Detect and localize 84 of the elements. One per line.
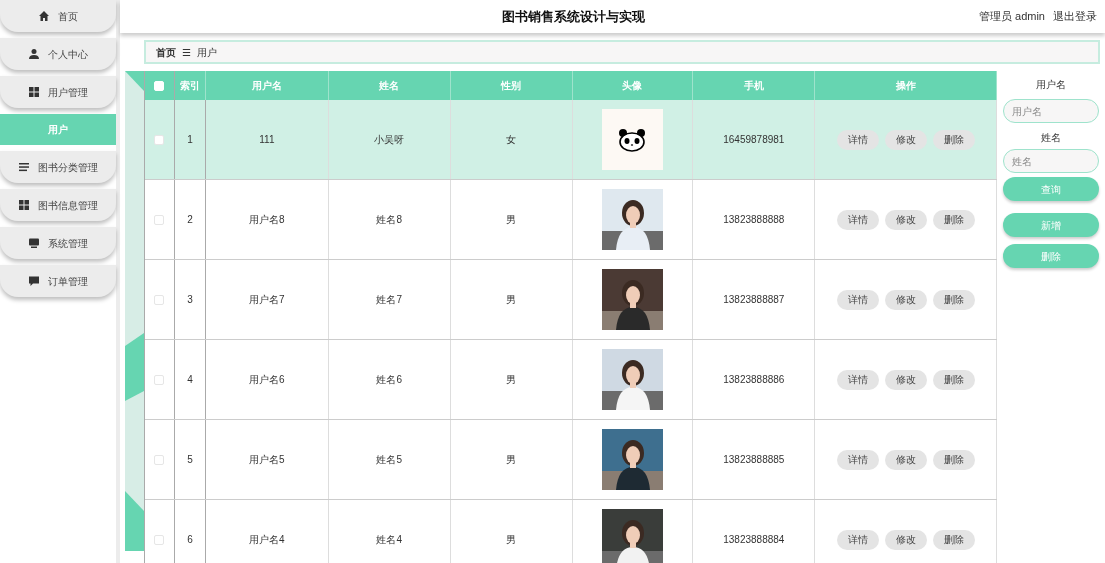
table-cell-text: 16459878981 xyxy=(723,133,785,147)
checkbox[interactable] xyxy=(154,134,165,145)
table-cell-text: 姓名5 xyxy=(376,453,402,467)
table-cell-text: 13823888886 xyxy=(723,373,785,387)
checkbox[interactable] xyxy=(154,454,165,465)
row-action-button[interactable]: 删除 xyxy=(932,289,975,310)
field-label: 姓名 xyxy=(1041,131,1061,145)
checkbox[interactable] xyxy=(154,294,165,305)
table-row[interactable]: 4 用户名6 姓名6 男 13823888886 详情 修改 删除 xyxy=(145,340,997,420)
search-field[interactable]: 用户名 xyxy=(1003,99,1099,123)
search-field[interactable]: 姓名 xyxy=(1003,149,1099,173)
row-action-button[interactable]: 删除 xyxy=(932,129,975,150)
table-row[interactable]: 5 用户名5 姓名5 男 13823888885 详情 修改 删除 xyxy=(145,420,997,500)
table-row[interactable]: 1 111 小吴呀 女 16459878981 详情 修改 删除 xyxy=(145,100,997,180)
row-action-button[interactable]: 详情 xyxy=(836,369,879,390)
breadcrumb-current: 用户 xyxy=(197,45,217,60)
sidebar-item[interactable]: 用户管理 xyxy=(0,76,116,108)
table-cell-text: 男 xyxy=(506,373,517,387)
table-cell-text: 1 xyxy=(187,133,193,147)
table-cell-text: 男 xyxy=(506,293,517,307)
sidebar-item[interactable]: 系统管理 xyxy=(0,227,116,259)
table-cell-text: 姓名8 xyxy=(376,213,402,227)
row-action-button[interactable]: 删除 xyxy=(932,209,975,230)
table-cell-text: 111 xyxy=(259,133,275,147)
grid-icon xyxy=(18,199,30,211)
table-cell-text: 用户名8 xyxy=(249,213,285,227)
table-cell-text: 5 xyxy=(187,453,193,467)
row-action-button[interactable]: 修改 xyxy=(884,369,927,390)
table-row[interactable]: 3 用户名7 姓名7 男 13823888887 详情 修改 删除 xyxy=(145,260,997,340)
table-cell-text: 3 xyxy=(187,293,193,307)
sidebar-item[interactable]: 订单管理 xyxy=(0,265,116,297)
breadcrumb-home[interactable]: 首页 xyxy=(156,44,176,60)
table-cell-text: 13823888888 xyxy=(723,213,785,227)
table-cell-text: 姓名7 xyxy=(376,293,402,307)
table-cell-text: 男 xyxy=(506,533,517,547)
panda-icon xyxy=(618,127,647,152)
table-cell-text: 用户名4 xyxy=(249,533,285,547)
row-action-button[interactable]: 删除 xyxy=(932,449,975,470)
row-action-button[interactable]: 删除 xyxy=(932,529,975,550)
table-cell-text: 13823888887 xyxy=(723,293,785,307)
row-action-button[interactable]: 修改 xyxy=(884,449,927,470)
table-cell-text: 用户名6 xyxy=(249,373,285,387)
row-action-button[interactable]: 详情 xyxy=(836,129,879,150)
table-cell-text: 用户名5 xyxy=(249,453,285,467)
field-label: 用户名 xyxy=(1036,78,1066,92)
sidebar-item[interactable]: 图书分类管理 xyxy=(0,151,116,183)
table-cell-text: 男 xyxy=(506,213,517,227)
row-action-button[interactable]: 删除 xyxy=(932,369,975,390)
list-icon xyxy=(18,161,30,173)
table-cell-text: 小吴呀 xyxy=(374,133,405,147)
table-cell-text: 4 xyxy=(187,373,193,387)
sidebar-item[interactable]: 图书信息管理 xyxy=(0,189,116,221)
monitor-icon xyxy=(28,237,40,249)
row-action-button[interactable]: 详情 xyxy=(836,529,879,550)
table-cell-text: 13823888885 xyxy=(723,453,785,467)
table-cell-text: 男 xyxy=(506,453,517,467)
row-action-button[interactable]: 修改 xyxy=(884,289,927,310)
breadcrumb-separator: ☰ xyxy=(182,45,191,60)
table-cell-text: 姓名4 xyxy=(376,533,402,547)
user-label: 管理员 admin xyxy=(978,9,1045,25)
row-action-button[interactable]: 修改 xyxy=(884,529,927,550)
row-action-button[interactable]: 详情 xyxy=(836,289,879,310)
row-action-button[interactable]: 修改 xyxy=(884,129,927,150)
checkbox[interactable] xyxy=(154,534,165,545)
table-cell-text: 2 xyxy=(187,213,193,227)
row-action-button[interactable]: 修改 xyxy=(884,209,927,230)
checkbox[interactable] xyxy=(154,214,165,225)
table-cell-text: 用户名7 xyxy=(249,293,285,307)
app-title: 图书销售系统设计与实现 xyxy=(501,7,646,26)
table-cell-text: 6 xyxy=(187,533,193,547)
logout-link[interactable]: 退出登录 xyxy=(1053,8,1097,25)
user-icon xyxy=(28,48,40,60)
table-cell-text: 姓名6 xyxy=(376,373,402,387)
table-cell-text: 女 xyxy=(506,133,517,147)
grid-icon xyxy=(28,86,40,98)
row-action-button[interactable]: 详情 xyxy=(836,209,879,230)
sidebar-item[interactable]: 首页 xyxy=(0,0,116,32)
home-icon xyxy=(38,10,50,22)
sidebar-item[interactable]: 个人中心 xyxy=(0,38,116,70)
checkbox[interactable] xyxy=(154,374,165,385)
message-icon xyxy=(28,275,40,287)
table-row[interactable]: 2 用户名8 姓名8 男 13823888888 详情 修改 删除 xyxy=(145,180,997,260)
table-cell-text: 13823888884 xyxy=(723,533,785,547)
row-action-button[interactable]: 详情 xyxy=(836,449,879,470)
